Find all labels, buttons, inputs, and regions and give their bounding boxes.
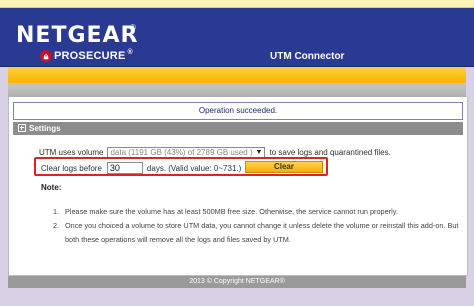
clear-button[interactable]: Clear <box>245 161 323 173</box>
chevron-down-icon[interactable]: ▼ <box>256 147 263 158</box>
volume-label: UTM uses volume <box>39 147 104 157</box>
note-title: Note: <box>41 183 62 192</box>
note-item: 2. Once you choiced a volume to store UT… <box>53 219 461 247</box>
page-title: UTM Connector <box>270 51 345 62</box>
menu-bar <box>8 67 466 83</box>
note-text: Once you choiced a volume to store UTM d… <box>65 221 459 244</box>
clear-logs-label: Clear logs before <box>41 163 102 173</box>
brand-registered-mark: ® <box>130 23 136 32</box>
prosecure-label: PROSECURE <box>54 50 126 62</box>
header-banner: NETGEAR ® 🔒︎ PROSECURE ® UTM Connector <box>0 8 474 67</box>
days-input[interactable]: 30 <box>106 162 143 174</box>
note-number: 2. <box>53 221 60 230</box>
clear-logs-row: Clear logs before 30 days. (Valid value:… <box>41 162 241 174</box>
volume-select[interactable]: data (1191 GB (43%) of 2789 GB used ) ▼ <box>107 146 266 158</box>
top-strip <box>0 0 474 7</box>
settings-section-title: Settings <box>29 124 61 133</box>
volume-suffix: to save logs and quarantined files. <box>269 147 391 157</box>
days-hint: days. (Valid value: 0~731.) <box>146 163 242 173</box>
copyright-footer: 2013 © Copyright NETGEAR® <box>8 276 466 288</box>
prosecure-registered-mark: ® <box>127 49 133 56</box>
note-number: 1. <box>53 207 60 216</box>
lock-badge-icon: 🔒︎ <box>40 50 52 62</box>
netgear-logo: NETGEAR <box>16 23 139 48</box>
note-item: 1. Please make sure the volume has at le… <box>53 205 461 219</box>
main-panel: Operation succeeded. Settings UTM uses v… <box>8 97 468 275</box>
submenu-bar <box>8 83 466 97</box>
prosecure-logo: 🔒︎ PROSECURE ® <box>40 49 133 63</box>
note-list: 1. Please make sure the volume has at le… <box>53 205 461 247</box>
expand-icon[interactable] <box>18 124 26 132</box>
volume-select-value: data (1191 GB (43%) of 2789 GB used ) <box>110 147 253 157</box>
note-text: Please make sure the volume has at least… <box>65 207 398 216</box>
status-message: Operation succeeded. <box>13 102 463 120</box>
settings-section-header[interactable]: Settings <box>13 122 463 135</box>
